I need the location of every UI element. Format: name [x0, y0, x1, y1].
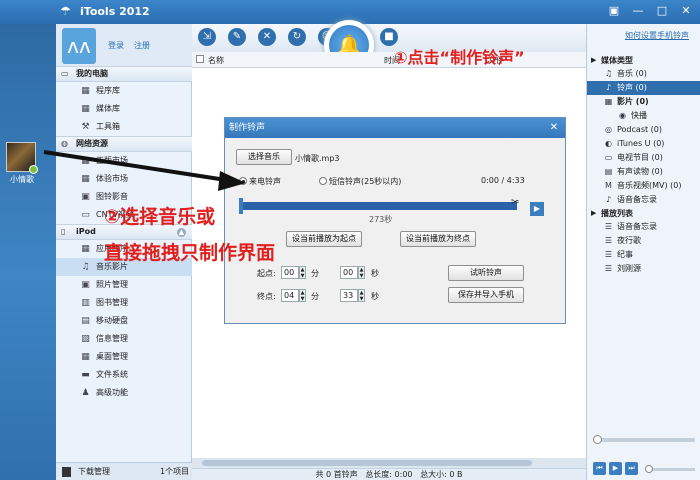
- annotation-step2-line1: ②选择音乐或: [104, 206, 216, 228]
- annotation-step1: ①点击“制作铃声”: [394, 48, 525, 67]
- annotation-step2-line2: 直接拖拽只制作界面: [104, 242, 276, 264]
